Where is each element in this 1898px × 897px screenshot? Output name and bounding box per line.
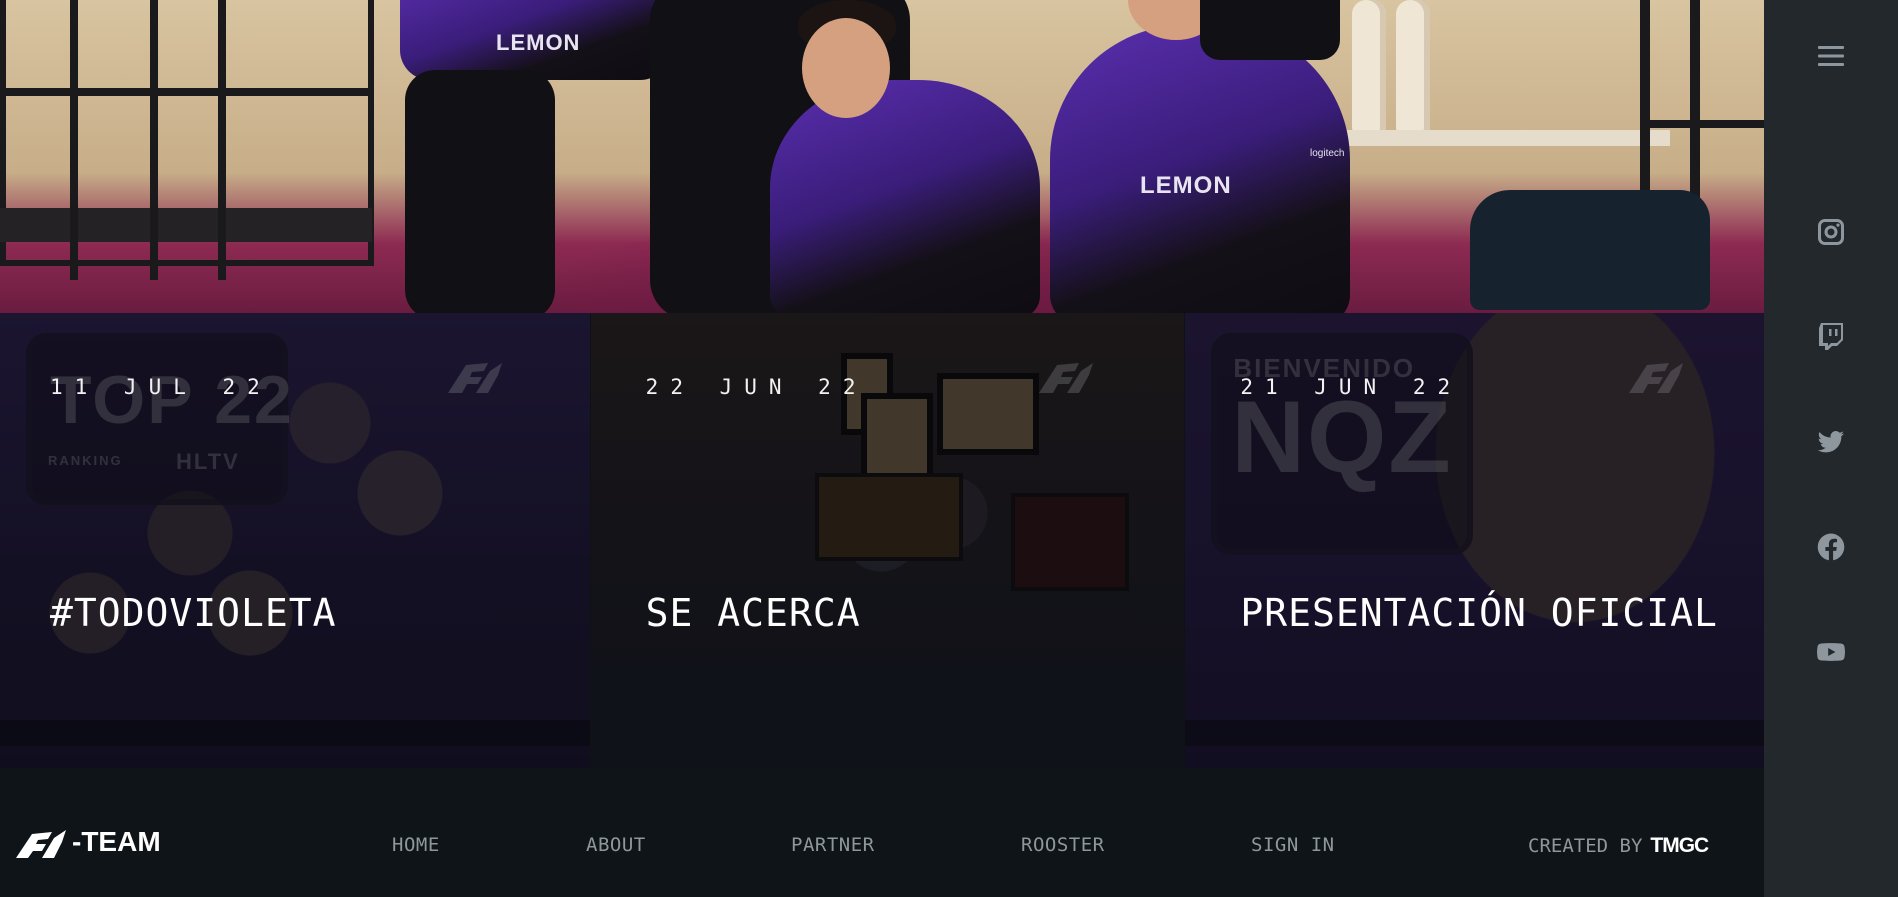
news-date: 11 JUL 22 <box>50 375 272 399</box>
shelf-decoration <box>150 0 158 280</box>
player-4 <box>1050 25 1350 313</box>
instagram-icon[interactable] <box>1816 217 1846 247</box>
player-3-face <box>802 18 890 118</box>
brand-logo[interactable]: -TEAM <box>14 824 161 860</box>
news-card-presentacion[interactable]: BIENVENIDO NQZ 21 JUN 22 PRESENTACIÓN OF… <box>1185 313 1764 768</box>
jersey-sponsor-text: LEMON <box>1140 172 1232 199</box>
jersey-sponsor-text: LEMON <box>496 30 581 55</box>
player-1-legs <box>405 70 555 313</box>
twitch-icon[interactable] <box>1816 321 1846 351</box>
shelf-decoration <box>0 88 368 96</box>
jersey-sponsor-text: logitech <box>1310 148 1345 159</box>
shelf-decoration <box>0 208 372 242</box>
menu-icon[interactable] <box>1816 41 1846 71</box>
brand-name: -TEAM <box>72 826 161 857</box>
hero-team-photo: LEMON LEMON logitech <box>0 0 1764 313</box>
nav-about[interactable]: ABOUT <box>586 834 646 856</box>
shelf-decoration <box>218 0 226 280</box>
team-logo-icon <box>16 830 66 858</box>
credit-label: CREATED BY <box>1528 835 1643 857</box>
news-date: 21 JUN 22 <box>1240 375 1463 399</box>
column-decoration <box>1396 0 1430 132</box>
news-card-todovioleta[interactable]: TOP 22 RANKING HLTV 11 JUL 22 #TODOVIOLE… <box>0 313 590 768</box>
nav-sign-in[interactable]: SIGN IN <box>1251 834 1335 856</box>
nav-partner[interactable]: PARTNER <box>791 834 875 856</box>
player-3 <box>770 80 1040 313</box>
shelf-decoration <box>70 0 78 280</box>
player-5 <box>1200 0 1340 60</box>
right-shelf <box>1640 120 1764 128</box>
news-title[interactable]: SE ACERCA <box>646 591 861 635</box>
wall-trim <box>1330 130 1670 146</box>
credit-brand-link[interactable]: TMGC <box>1650 834 1709 858</box>
facebook-icon[interactable] <box>1816 532 1846 562</box>
footer: -TEAM HOME ABOUT PARTNER ROOSTER SIGN IN… <box>0 768 1764 897</box>
news-cards: TOP 22 RANKING HLTV 11 JUL 22 #TODOVIOLE… <box>0 313 1764 768</box>
nav-rooster[interactable]: ROOSTER <box>1021 834 1105 856</box>
column-decoration <box>1352 0 1386 132</box>
youtube-icon[interactable] <box>1816 637 1846 667</box>
news-title[interactable]: #TODOVIOLETA <box>50 591 337 635</box>
news-date: 22 JUN 22 <box>645 375 868 399</box>
social-sidebar <box>1764 0 1898 897</box>
backpack <box>1470 190 1710 310</box>
nav-home[interactable]: HOME <box>392 834 440 856</box>
news-title[interactable]: PRESENTACIÓN OFICIAL <box>1240 591 1718 635</box>
credit: CREATED BY TMGC <box>1528 834 1709 858</box>
twitter-icon[interactable] <box>1816 427 1846 457</box>
news-card-se-acerca[interactable]: 22 JUN 22 SE ACERCA <box>590 313 1185 768</box>
